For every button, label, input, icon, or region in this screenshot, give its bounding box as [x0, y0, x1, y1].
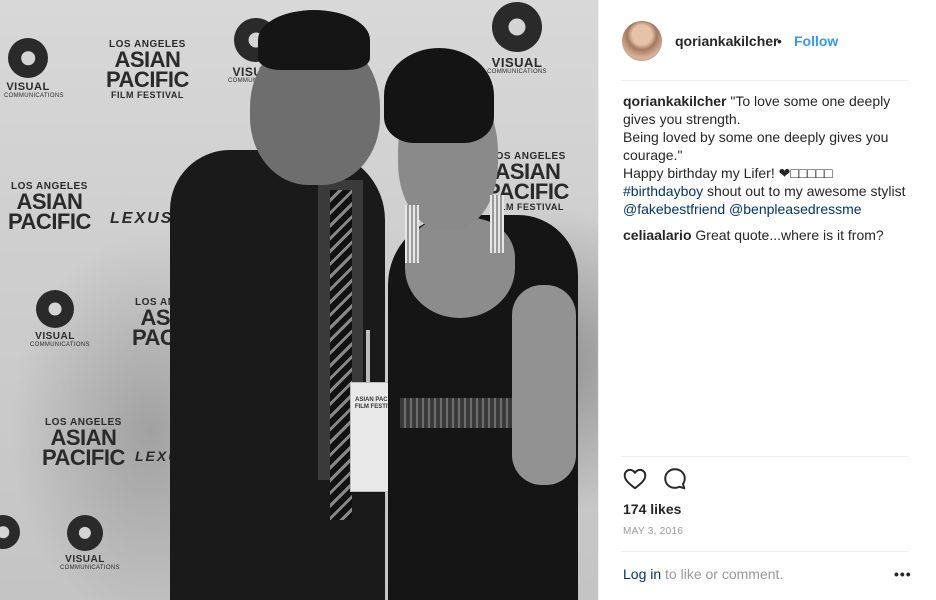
post-side-panel: qoriankakilcher • Follow qoriankakilcher… — [598, 0, 936, 600]
likes-count[interactable]: 174 likes — [623, 501, 681, 517]
caption: qoriankakilcher "To love some one deeply… — [623, 92, 915, 218]
visual-communications-logo — [0, 515, 22, 553]
comment-button[interactable] — [662, 466, 688, 492]
header-separator: • — [777, 33, 782, 49]
woman-hair — [384, 48, 494, 143]
post-viewer: VISUAL COMMUNICATIONS VISUAL COMMUNICATI… — [0, 0, 936, 600]
woman-arm — [512, 285, 576, 485]
caption-line-3: Happy birthday my Lifer! ❤□□□□□ — [623, 165, 833, 181]
post-photo[interactable]: VISUAL COMMUNICATIONS VISUAL COMMUNICATI… — [0, 0, 598, 600]
caption-username[interactable]: qoriankakilcher — [623, 93, 727, 109]
follow-button[interactable]: Follow — [794, 33, 838, 49]
caption-line-4: shout out to my awesome stylist — [703, 183, 906, 199]
login-prompt-text: to like or comment. — [661, 566, 784, 582]
caption-line-2: Being loved by some one deeply gives you… — [623, 129, 889, 163]
login-link[interactable]: Log in — [623, 566, 661, 582]
lanyard — [366, 330, 370, 385]
header-divider — [621, 80, 909, 81]
visual-communications-logo: VISUAL COMMUNICATIONS — [60, 515, 119, 572]
festival-logo: LOS ANGELES ASIAN PACIFIC FILM FESTIVAL — [106, 39, 189, 101]
actions-divider — [621, 456, 909, 457]
comment-item: celiaalario Great quote...where is it fr… — [623, 226, 915, 244]
earring — [490, 195, 504, 253]
post-date[interactable]: MAY 3, 2016 — [623, 526, 683, 537]
footer-divider — [621, 551, 909, 552]
comment-text: Great quote...where is it from? — [695, 227, 884, 243]
festival-logo: LOS ANGELES ASIAN PACIFIC — [8, 181, 91, 235]
visual-communications-logo: VISUAL COMMUNICATIONS — [30, 290, 89, 349]
earring — [405, 205, 419, 263]
more-options-icon[interactable]: ••• — [894, 566, 912, 582]
man-hair — [258, 10, 370, 70]
visual-communications-logo: VISUAL COMMUNICATIONS — [486, 2, 548, 76]
like-button[interactable] — [622, 466, 648, 492]
post-author-username[interactable]: qoriankakilcher — [675, 33, 779, 49]
comment-icon — [664, 468, 686, 490]
login-prompt: Log in to like or comment. — [623, 566, 783, 582]
visual-communications-logo: VISUAL COMMUNICATIONS — [4, 38, 63, 100]
festival-logo: LOS ANGELES ASIAN PACIFIC — [42, 417, 125, 471]
mention-link[interactable]: @benpleasedressme — [729, 201, 862, 217]
post-header: qoriankakilcher • Follow — [599, 0, 936, 80]
man-tie — [330, 190, 352, 520]
mention-link[interactable]: @fakebestfriend — [623, 201, 725, 217]
hashtag-link[interactable]: #birthdayboy — [623, 183, 703, 199]
comments-list: qoriankakilcher "To love some one deeply… — [623, 92, 915, 252]
lexus-logo: LEXUS — [110, 210, 174, 227]
heart-icon — [623, 468, 647, 490]
comment-username[interactable]: celiaalario — [623, 227, 692, 243]
avatar[interactable] — [622, 21, 662, 61]
